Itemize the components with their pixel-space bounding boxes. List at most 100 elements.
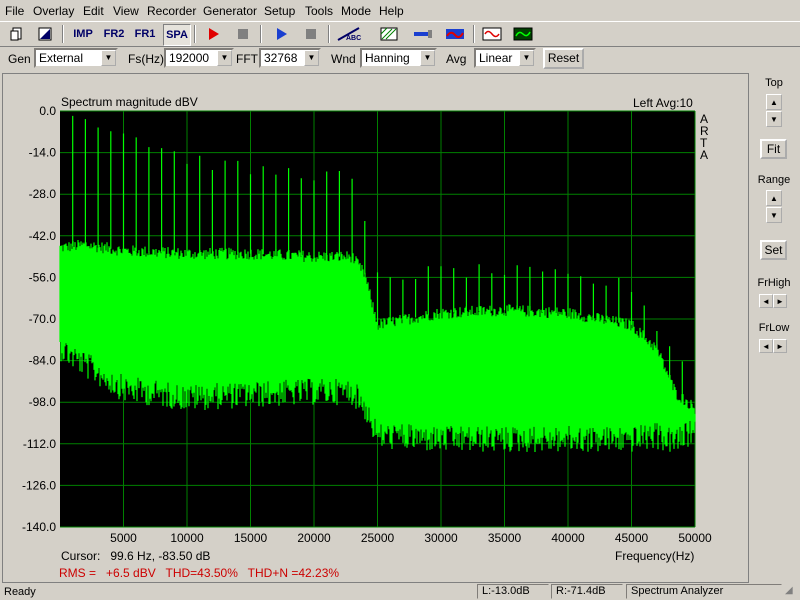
spectrum-chart[interactable]: Spectrum magnitude dBV Left Avg:10 A R T… <box>3 74 748 582</box>
imp-mode-button[interactable]: IMP <box>70 24 96 44</box>
fft-label: FFT <box>236 52 258 66</box>
frhigh-label: FrHigh <box>757 277 791 289</box>
status-ready: Ready <box>4 586 36 598</box>
generator-icon <box>446 29 464 39</box>
stop-icon <box>238 29 248 39</box>
stop-icon[interactable] <box>232 24 254 44</box>
scope-icon <box>513 27 533 41</box>
menu-edit[interactable]: Edit <box>83 4 104 18</box>
set-button[interactable]: Set <box>760 240 787 260</box>
y-tick-label: -28.0 <box>29 187 57 201</box>
x-tick-label: 5000 <box>110 531 137 545</box>
channel-avg-label: Left Avg:10 <box>633 96 693 110</box>
frlow-right-button[interactable]: ► <box>773 339 787 353</box>
menu-file[interactable]: File <box>5 4 24 18</box>
top-label: Top <box>765 77 783 89</box>
stats-readout: RMS = +6.5 dBV THD=43.50% THD+N =42.23% <box>59 566 339 580</box>
toolbar-separator <box>473 25 475 43</box>
chevron-down-icon[interactable]: ▼ <box>101 50 116 66</box>
avg-select-value: Linear <box>479 51 513 65</box>
x-tick-label: 15000 <box>234 531 268 545</box>
chart-title: Spectrum magnitude dBV <box>61 95 198 109</box>
top-down-button[interactable]: ▼ <box>766 111 782 127</box>
y-tick-label: -112.0 <box>23 437 56 451</box>
fs-select-value: 192000 <box>169 51 210 65</box>
x-tick-label: 25000 <box>361 531 395 545</box>
toolbar-separator <box>328 25 330 43</box>
play-icon[interactable] <box>270 24 292 44</box>
toolbar-separator <box>194 25 196 43</box>
x-tick-label: 45000 <box>615 531 649 545</box>
menu-view[interactable]: View <box>113 4 139 18</box>
edit-icon <box>38 27 52 41</box>
new-document-icon[interactable] <box>6 24 28 44</box>
y-tick-label: 0.0 <box>39 104 56 118</box>
menu-help[interactable]: Help <box>379 4 404 18</box>
waveform-icon[interactable] <box>479 24 505 44</box>
y-tick-label: -126.0 <box>22 478 56 492</box>
spectrum-chart-panel: Spectrum magnitude dBV Left Avg:10 A R T… <box>2 73 749 583</box>
menu-bar: File Overlay Edit View Recorder Generato… <box>0 0 800 21</box>
toolbar: IMP FR2 FR1 SPA ABC <box>0 21 800 47</box>
x-tick-label: 30000 <box>424 531 458 545</box>
probe-icon <box>414 30 432 38</box>
brand-letter: A <box>700 148 708 162</box>
menu-overlay[interactable]: Overlay <box>33 4 74 18</box>
menu-recorder[interactable]: Recorder <box>147 4 196 18</box>
left-level: L:-13.0dB <box>477 584 549 599</box>
menu-setup[interactable]: Setup <box>264 4 295 18</box>
range-up-button[interactable]: ▲ <box>766 190 782 206</box>
fr1-mode-button[interactable]: FR1 <box>132 24 158 44</box>
frlow-left-button[interactable]: ◄ <box>759 339 773 353</box>
x-tick-label: 10000 <box>170 531 204 545</box>
menu-tools[interactable]: Tools <box>305 4 333 18</box>
gen-label: Gen <box>8 52 31 66</box>
hatch-icon[interactable] <box>376 24 402 44</box>
chevron-down-icon[interactable]: ▼ <box>519 50 534 66</box>
plot-area[interactable] <box>59 110 696 528</box>
x-tick-label: 35000 <box>488 531 522 545</box>
abc-icon: ABC <box>337 27 361 42</box>
menu-generator[interactable]: Generator <box>203 4 257 18</box>
edit-icon[interactable] <box>34 24 56 44</box>
x-tick-label: 50000 <box>678 531 712 545</box>
controls-row: Gen External ▼ Fs(Hz) 192000 ▼ FFT 32768… <box>0 46 800 72</box>
wnd-select-value: Hanning <box>365 51 410 65</box>
right-panel: Top ▲ ▼ Fit Range ▲ ▼ Set FrHigh ◄ ► FrL… <box>750 73 800 581</box>
stop2-icon <box>306 29 316 39</box>
record-icon[interactable] <box>202 24 224 44</box>
spa-mode-button[interactable]: SPA <box>163 24 191 46</box>
fft-select[interactable]: 32768 ▼ <box>259 48 321 68</box>
x-tick-label: 40000 <box>551 531 585 545</box>
x-tick-label: 20000 <box>297 531 331 545</box>
range-down-button[interactable]: ▼ <box>766 207 782 223</box>
chevron-down-icon[interactable]: ▼ <box>420 50 435 66</box>
reset-button[interactable]: Reset <box>543 48 584 69</box>
y-tick-label: -56.0 <box>29 270 57 284</box>
stop2-icon[interactable] <box>300 24 322 44</box>
fit-button[interactable]: Fit <box>760 139 787 159</box>
menu-mode[interactable]: Mode <box>341 4 371 18</box>
avg-select[interactable]: Linear ▼ <box>474 48 536 68</box>
probe-icon[interactable] <box>410 24 436 44</box>
gen-select-value: External <box>39 51 84 65</box>
scope-icon[interactable] <box>510 24 536 44</box>
generator-icon[interactable] <box>442 24 468 44</box>
wnd-label: Wnd <box>331 52 356 66</box>
chevron-down-icon[interactable]: ▼ <box>304 50 319 66</box>
chevron-down-icon[interactable]: ▼ <box>217 50 232 66</box>
fs-select[interactable]: 192000 ▼ <box>164 48 234 68</box>
toolbar-separator <box>62 25 64 43</box>
fr2-mode-button[interactable]: FR2 <box>101 24 127 44</box>
frhigh-left-button[interactable]: ◄ <box>759 294 773 308</box>
abc-icon[interactable]: ABC <box>336 24 362 44</box>
play-icon <box>277 28 287 40</box>
y-tick-label: -140.0 <box>22 520 56 534</box>
wnd-select[interactable]: Hanning ▼ <box>360 48 437 68</box>
resize-grip-icon[interactable]: ◢ <box>785 585 793 596</box>
frhigh-right-button[interactable]: ► <box>773 294 787 308</box>
top-up-button[interactable]: ▲ <box>766 94 782 110</box>
fs-label: Fs(Hz) <box>128 52 164 66</box>
y-tick-label: -98.0 <box>29 395 57 409</box>
gen-select[interactable]: External ▼ <box>34 48 118 68</box>
